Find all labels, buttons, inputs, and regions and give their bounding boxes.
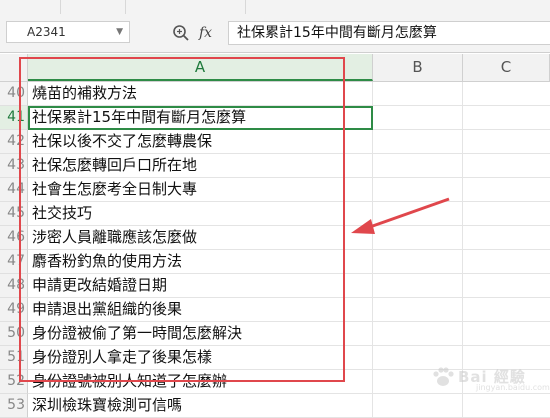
cell-a[interactable]: 燒苗的補救方法 xyxy=(28,82,373,106)
cell-c[interactable] xyxy=(463,178,550,202)
cell-b[interactable] xyxy=(373,154,463,178)
cell-a[interactable]: 涉密人員離職應該怎麼做 xyxy=(28,226,373,250)
row-number[interactable]: 52 xyxy=(0,370,28,394)
name-box-value: A2341 xyxy=(27,25,66,39)
table-row: 42 社保以後不交了怎麼轉農保 xyxy=(0,130,550,154)
row-number[interactable]: 50 xyxy=(0,322,28,346)
table-row: 44 社會生怎麼考全日制大專 xyxy=(0,178,550,202)
table-row: 45 社交技巧 xyxy=(0,202,550,226)
cell-a[interactable]: 麝香粉釣魚的使用方法 xyxy=(28,250,373,274)
cell-c[interactable] xyxy=(463,82,550,106)
table-row: 41 社保累計15年中間有斷月怎麼算 xyxy=(0,106,550,130)
cell-a[interactable]: 申請退出黨組織的後果 xyxy=(28,298,373,322)
table-row: 50 身份證被偷了第一時間怎麼解決 xyxy=(0,322,550,346)
cell-c[interactable] xyxy=(463,322,550,346)
row-number[interactable]: 46 xyxy=(0,226,28,250)
cell-c[interactable] xyxy=(463,226,550,250)
paw-icon xyxy=(433,367,454,386)
table-row: 53 深圳檢珠寶檢測可信嗎 xyxy=(0,394,550,418)
row-number[interactable]: 42 xyxy=(0,130,28,154)
cell-b[interactable] xyxy=(373,82,463,106)
cell-b[interactable] xyxy=(373,178,463,202)
toolbar-strip xyxy=(0,0,550,15)
table-row: 49 申請退出黨組織的後果 xyxy=(0,298,550,322)
zoom-icon[interactable] xyxy=(172,24,190,42)
select-all-corner[interactable] xyxy=(0,54,28,81)
toolbar-divider xyxy=(60,0,61,14)
toolbar-divider xyxy=(245,0,246,14)
table-row: 43 社保怎麼轉回戶口所在地 xyxy=(0,154,550,178)
cell-c[interactable] xyxy=(463,106,550,130)
cell-c[interactable] xyxy=(463,130,550,154)
cell-b[interactable] xyxy=(373,322,463,346)
cell-c[interactable] xyxy=(463,274,550,298)
row-number[interactable]: 41 xyxy=(0,106,28,130)
cell-c[interactable] xyxy=(463,394,550,418)
cell-a[interactable]: 社保以後不交了怎麼轉農保 xyxy=(28,130,373,154)
cell-c[interactable] xyxy=(463,250,550,274)
column-header-a[interactable]: A xyxy=(28,54,373,81)
name-box[interactable]: A2341 ▼ xyxy=(6,21,130,43)
cell-a[interactable]: 身份證被偷了第一時間怎麼解決 xyxy=(28,322,373,346)
cell-b[interactable] xyxy=(373,130,463,154)
cell-b[interactable] xyxy=(373,226,463,250)
watermark-logo: Bai 經驗 jingyan.baidu.com xyxy=(430,362,550,392)
cell-b[interactable] xyxy=(373,106,463,130)
cell-a[interactable]: 社會生怎麼考全日制大專 xyxy=(28,178,373,202)
row-number[interactable]: 45 xyxy=(0,202,28,226)
active-cell[interactable]: 社保累計15年中間有斷月怎麼算 xyxy=(28,106,373,130)
watermark-url: jingyan.baidu.com xyxy=(476,383,550,392)
row-number[interactable]: 53 xyxy=(0,394,28,418)
formula-input[interactable]: 社保累計15年中間有斷月怎麼算 xyxy=(228,21,550,45)
column-header-c[interactable]: C xyxy=(463,54,550,81)
row-number[interactable]: 43 xyxy=(0,154,28,178)
row-number[interactable]: 47 xyxy=(0,250,28,274)
row-number[interactable]: 51 xyxy=(0,346,28,370)
column-header-row: A B C xyxy=(0,54,550,82)
cell-a[interactable]: 身份證別人拿走了後果怎樣 xyxy=(28,346,373,370)
chevron-down-icon[interactable]: ▼ xyxy=(116,22,123,42)
cell-c[interactable] xyxy=(463,298,550,322)
toolbar-divider xyxy=(125,0,126,14)
table-row: 40 燒苗的補救方法 xyxy=(0,82,550,106)
cell-a[interactable]: 身份證號被別人知道了怎麼辦 xyxy=(28,370,373,394)
fx-icon[interactable]: fx xyxy=(199,23,212,43)
cell-a[interactable]: 申請更改結婚證日期 xyxy=(28,274,373,298)
cell-b[interactable] xyxy=(373,394,463,418)
cell-a[interactable]: 社保怎麼轉回戶口所在地 xyxy=(28,154,373,178)
row-number[interactable]: 48 xyxy=(0,274,28,298)
cell-b[interactable] xyxy=(373,202,463,226)
cell-b[interactable] xyxy=(373,298,463,322)
cell-a[interactable]: 深圳檢珠寶檢測可信嗎 xyxy=(28,394,373,418)
row-number[interactable]: 40 xyxy=(0,82,28,106)
table-row: 46 涉密人員離職應該怎麼做 xyxy=(0,226,550,250)
table-row: 48 申請更改結婚證日期 xyxy=(0,274,550,298)
cell-b[interactable] xyxy=(373,274,463,298)
cell-a[interactable]: 社交技巧 xyxy=(28,202,373,226)
sheet-grid: 40 燒苗的補救方法 41 社保累計15年中間有斷月怎麼算 42 社保以後不交了怎麼轉農保… xyxy=(0,82,550,418)
cell-c[interactable] xyxy=(463,154,550,178)
formula-bar: A2341 ▼ fx 社保累計15年中間有斷月怎麼算 xyxy=(0,14,550,53)
row-number[interactable]: 49 xyxy=(0,298,28,322)
table-row: 47 麝香粉釣魚的使用方法 xyxy=(0,250,550,274)
cell-c[interactable] xyxy=(463,202,550,226)
column-header-b[interactable]: B xyxy=(373,54,463,81)
cell-b[interactable] xyxy=(373,250,463,274)
row-number[interactable]: 44 xyxy=(0,178,28,202)
